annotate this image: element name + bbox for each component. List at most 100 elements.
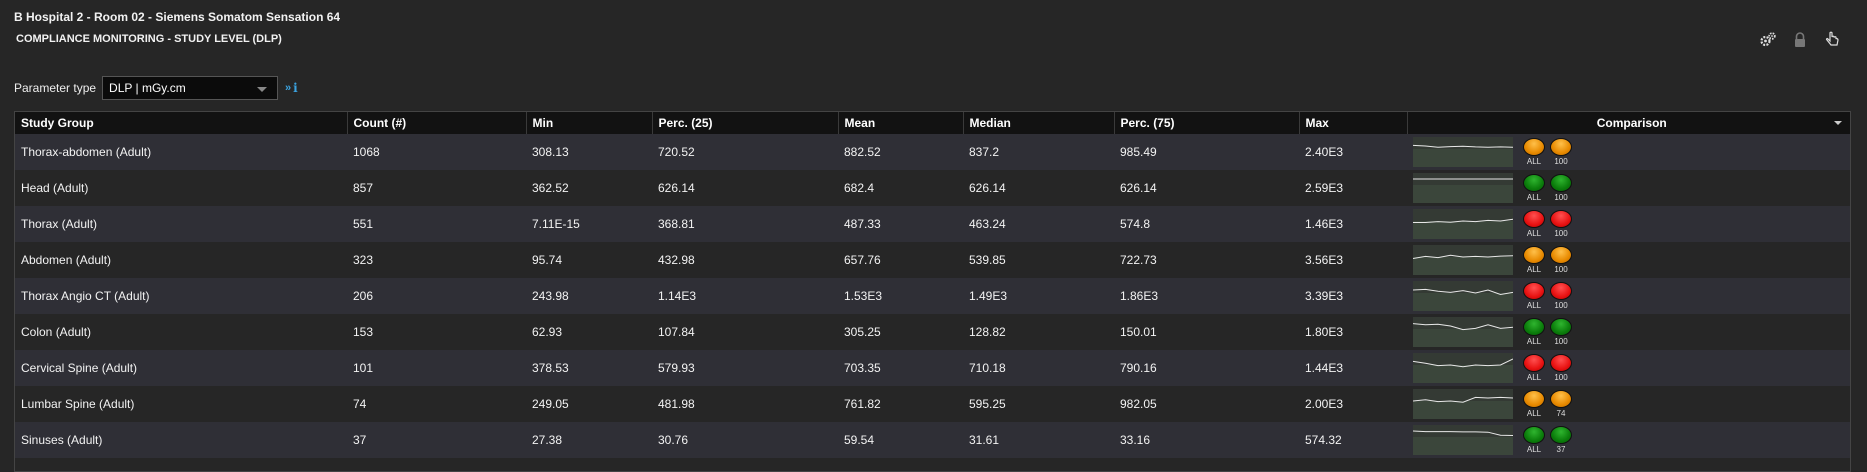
cell-p25: 368.81 [652,206,838,242]
cell-count: 74 [347,386,526,422]
status-lights: ALL 100 [1523,210,1572,238]
cell-p75: 985.49 [1114,134,1299,170]
column-header[interactable]: Mean [838,112,964,134]
sparkline-chart[interactable] [1413,209,1513,239]
sparkline-chart[interactable] [1413,281,1513,311]
cell-p75: 722.73 [1114,242,1299,278]
status-light-label: 100 [1554,229,1568,238]
cell-count: 37 [347,422,526,458]
cell-mean: 59.54 [838,422,963,458]
cell-comparison: ALL 37 [1407,422,1850,458]
sparkline-chart[interactable] [1413,245,1513,275]
sparkline-chart[interactable] [1413,353,1513,383]
comparison-header-label: Comparison [1596,116,1667,130]
sparkline-chart[interactable] [1413,389,1513,419]
cell-comparison: ALL 100 [1407,350,1850,386]
status-light[interactable]: ALL [1523,318,1545,346]
status-light[interactable]: ALL [1523,138,1545,166]
sparkline-chart[interactable] [1413,425,1513,455]
status-light-label: 100 [1554,301,1568,310]
column-header[interactable]: Min [526,112,653,134]
column-header[interactable]: Perc. (75) [1114,112,1300,134]
cell-p75: 626.14 [1114,170,1299,206]
status-lights: ALL 100 [1523,246,1572,274]
column-header[interactable]: Median [963,112,1115,134]
column-header[interactable]: Max [1299,112,1408,134]
lock-icon[interactable] [1791,31,1809,49]
status-lights: ALL 100 [1523,282,1572,310]
column-header[interactable]: Study Group [15,112,348,134]
status-light[interactable]: ALL [1523,210,1545,238]
table-row[interactable]: Head (Adult) 857 362.52 626.14 682.4 626.14 62… [15,170,1850,206]
cell-median: 539.85 [963,242,1114,278]
status-light[interactable]: 100 [1550,282,1572,310]
red-status-dot-icon [1550,210,1572,228]
status-light[interactable]: ALL [1523,282,1545,310]
table-row[interactable]: Abdomen (Adult) 323 95.74 432.98 657.76 539.8… [15,242,1850,278]
cell-max: 1.44E3 [1299,350,1407,386]
cell-max: 2.40E3 [1299,134,1407,170]
green-status-dot-icon [1523,318,1545,336]
cell-comparison: ALL 100 [1407,314,1850,350]
orange-status-dot-icon [1550,138,1572,156]
parameter-type-select[interactable]: DLP | mGy.cm [102,76,279,100]
cell-min: 62.93 [526,314,652,350]
cell-group: Abdomen (Adult) [15,242,347,278]
table-row[interactable]: Lumbar Spine (Adult) 74 249.05 481.98 761.82… [15,386,1850,422]
status-light[interactable]: 100 [1550,138,1572,166]
cell-max: 2.00E3 [1299,386,1407,422]
status-light[interactable]: 74 [1550,390,1572,418]
cell-median: 710.18 [963,350,1114,386]
cell-mean: 882.52 [838,134,963,170]
status-light[interactable]: 100 [1550,210,1572,238]
status-light-label: ALL [1526,337,1542,346]
status-light[interactable]: 37 [1550,426,1572,454]
comparison-content: ALL 100 [1407,170,1850,206]
info-icon[interactable]: i [293,81,298,95]
sparkline-chart[interactable] [1413,137,1513,167]
cell-median: 837.2 [963,134,1114,170]
status-light[interactable]: 100 [1550,318,1572,346]
status-light-label: ALL [1526,265,1542,274]
cell-p25: 626.14 [652,170,838,206]
sparkline-band [1413,221,1513,239]
cell-p75: 33.16 [1114,422,1299,458]
sparkline-chart[interactable] [1413,317,1513,347]
status-light-label: 100 [1554,157,1568,166]
pointer-hand-icon[interactable] [1823,31,1841,49]
status-light[interactable]: ALL [1523,390,1545,418]
table-row[interactable]: Thorax-abdomen (Adult) 1068 308.13 720.52 88… [15,134,1850,170]
sparkline-band [1413,329,1513,347]
status-light[interactable]: ALL [1523,246,1545,274]
settings-gears-icon[interactable] [1759,31,1777,49]
status-lights: ALL 100 [1523,318,1572,346]
table-row[interactable]: Sinuses (Adult) 37 27.38 30.76 59.54 31.61 33.… [15,422,1850,458]
table-row[interactable]: Cervical Spine (Adult) 101 378.53 579.93 703… [15,350,1850,386]
status-light-label: ALL [1526,445,1542,454]
cell-min: 243.98 [526,278,652,314]
red-status-dot-icon [1550,282,1572,300]
table-row[interactable]: Thorax (Adult) 551 7.11E-15 368.81 487.33 463… [15,206,1850,242]
red-status-dot-icon [1523,282,1545,300]
column-header-comparison[interactable]: Comparison [1407,112,1850,134]
cell-mean: 657.76 [838,242,963,278]
sparkline-chart[interactable] [1413,173,1513,203]
status-light[interactable]: ALL [1523,354,1545,382]
cell-min: 308.13 [526,134,652,170]
cell-comparison: ALL 74 [1407,386,1850,422]
table-row[interactable]: Thorax Angio CT (Adult) 206 243.98 1.14E3 1.… [15,278,1850,314]
column-header[interactable]: Perc. (25) [652,112,839,134]
cell-group: Thorax Angio CT (Adult) [15,278,347,314]
column-header[interactable]: Count (#) [347,112,527,134]
cell-comparison: ALL 100 [1407,206,1850,242]
status-light[interactable]: 100 [1550,246,1572,274]
status-light[interactable]: 100 [1550,174,1572,202]
status-light[interactable]: ALL [1523,174,1545,202]
chevron-down-icon [257,87,268,92]
table-row[interactable]: Colon (Adult) 153 62.93 107.84 305.25 128.82 1… [15,314,1850,350]
double-chevron-down-icon[interactable]: » [285,82,291,94]
dropdown-arrow-icon[interactable] [1834,121,1842,125]
status-light[interactable]: ALL [1523,426,1545,454]
cell-min: 249.05 [526,386,652,422]
status-light[interactable]: 100 [1550,354,1572,382]
